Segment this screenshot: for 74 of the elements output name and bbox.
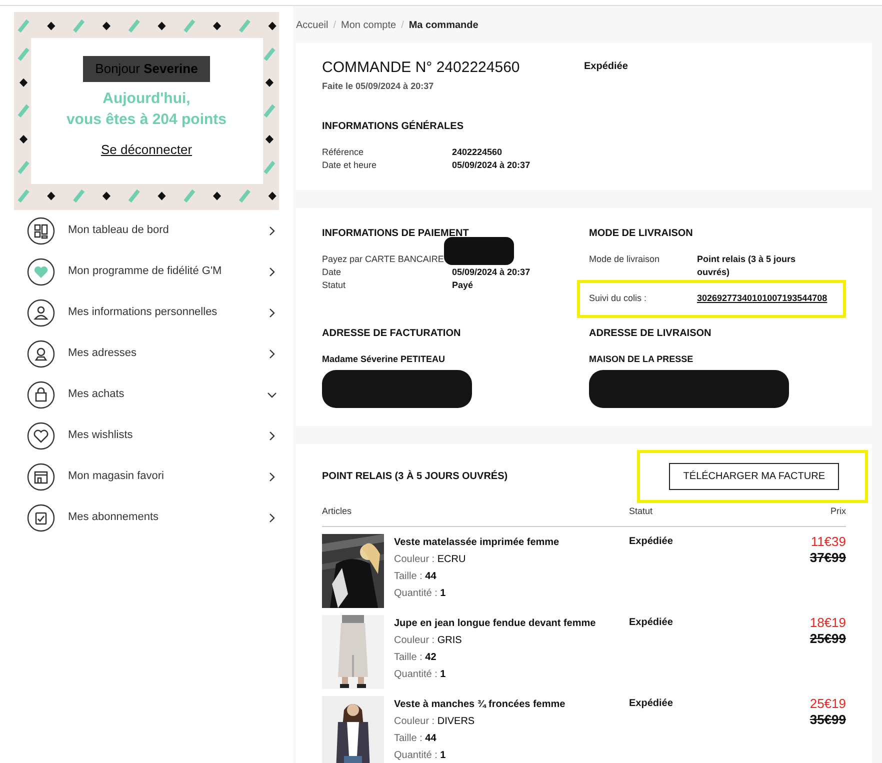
- menu-item-icon: [27, 216, 55, 244]
- menu-item[interactable]: Mon tableau de bord: [27, 210, 283, 251]
- section-heading: MODE DE LIVRAISON: [589, 227, 694, 241]
- info-value: 05/09/2024 à 20:37: [452, 266, 530, 279]
- info-label: Date et heure: [322, 159, 378, 172]
- menu-item-icon: [27, 298, 55, 326]
- info-label: Suivi du colis :: [589, 292, 648, 305]
- item-status: Expédiée: [629, 696, 674, 710]
- points-text: Aujourd'hui, vous êtes à 204 points: [66, 88, 227, 130]
- menu-item-icon: [27, 340, 55, 368]
- section-heading: POINT RELAIS (3 À 5 JOURS OUVRÉS): [322, 469, 508, 484]
- product-detail: Couleur : GRIS: [394, 634, 463, 648]
- column-header: Prix: [830, 505, 846, 518]
- menu-item-icon: [27, 380, 55, 408]
- menu-item-icon: [27, 462, 55, 490]
- item-status: Expédiée: [629, 616, 674, 630]
- info-value: Payé: [452, 279, 474, 292]
- info-label: Date: [322, 266, 342, 279]
- original-price: 35€99: [810, 712, 846, 728]
- menu-item-icon: [27, 422, 55, 450]
- breadcrumb-link[interactable]: Ma commande: [408, 18, 478, 33]
- logout-link[interactable]: Se déconnecter: [100, 140, 192, 159]
- address-name: Madame Séverine PETITEAU: [322, 352, 446, 366]
- breadcrumb-separator: /: [401, 19, 404, 33]
- product-name: Veste matelassée imprimée femme: [394, 536, 560, 550]
- menu-item[interactable]: Mes wishlists: [27, 415, 283, 456]
- menu-item[interactable]: Mes adresses: [27, 333, 283, 374]
- info-value: 05/09/2024 à 20:37: [452, 159, 530, 172]
- product-detail: Couleur : DIVERS: [394, 714, 476, 728]
- product-detail: Taille : 44: [394, 732, 438, 746]
- section-heading: INFORMATIONS DE PAIEMENT: [322, 227, 470, 241]
- column-header: Articles: [322, 505, 353, 518]
- menu-item[interactable]: Mes informations personnelles: [27, 292, 283, 333]
- original-price: 25€99: [810, 630, 846, 646]
- section-heading: INFORMATIONS GÉNÉRALES: [322, 119, 464, 134]
- menu-item[interactable]: Mes achats: [27, 374, 283, 415]
- info-value: Point relais (3 à 5 jours ouvrés): [697, 253, 797, 279]
- info-label: Payez par CARTE BANCAIRE: [322, 253, 445, 266]
- section-heading: ADRESSE DE LIVRAISON: [589, 326, 712, 340]
- info-label: Statut: [322, 279, 347, 292]
- info-value: 2402224560: [452, 146, 502, 159]
- info-label: Référence: [322, 146, 365, 159]
- redaction-mark: [444, 237, 514, 265]
- product-name: Jupe en jean longue fendue devant femme: [394, 616, 596, 630]
- tracking-link[interactable]: 30269277340101007193544708: [697, 292, 828, 306]
- section-heading: ADRESSE DE FACTURATION: [322, 326, 462, 340]
- column-header: Statut: [629, 505, 654, 518]
- product-detail: Taille : 44: [394, 570, 438, 584]
- address-name: MAISON DE LA PRESSE: [589, 352, 694, 366]
- menu-item[interactable]: Mon programme de fidélité G'M: [27, 251, 283, 292]
- menu-item[interactable]: Mon magasin favori: [27, 456, 283, 497]
- sale-price: 25€19: [810, 696, 846, 712]
- order-date: Faite le 05/09/2024 à 20:37: [322, 80, 435, 92]
- order-status: Expédiée: [584, 60, 628, 74]
- breadcrumb-separator: /: [333, 19, 336, 33]
- menu-item[interactable]: Mes abonnements: [27, 497, 283, 538]
- product-detail: Quantité : 1: [394, 586, 447, 600]
- product-detail: Quantité : 1: [394, 748, 447, 762]
- order-title: COMMANDE N° 2402224560: [322, 58, 521, 78]
- sale-price: 18€19: [810, 614, 846, 630]
- breadcrumb-link[interactable]: Mon compte: [341, 18, 396, 33]
- sale-price: 11€39: [810, 534, 846, 550]
- download-invoice-button[interactable]: TÉLÉCHARGER MA FACTURE: [669, 463, 839, 490]
- original-price: 37€99: [810, 550, 846, 566]
- product-detail: Couleur : ECRU: [394, 552, 467, 566]
- product-detail: Quantité : 1: [394, 668, 447, 682]
- greeting-text: Bonjour Severine: [83, 56, 210, 82]
- menu-item-icon: [27, 258, 55, 286]
- breadcrumb-link[interactable]: Accueil: [296, 18, 328, 33]
- menu-item-icon: [27, 504, 55, 532]
- info-label: Mode de livraison: [589, 253, 661, 266]
- product-detail: Taille : 42: [394, 650, 438, 664]
- item-status: Expédiée: [629, 534, 674, 548]
- product-name: Veste à manches ¾ froncées femme: [394, 698, 566, 712]
